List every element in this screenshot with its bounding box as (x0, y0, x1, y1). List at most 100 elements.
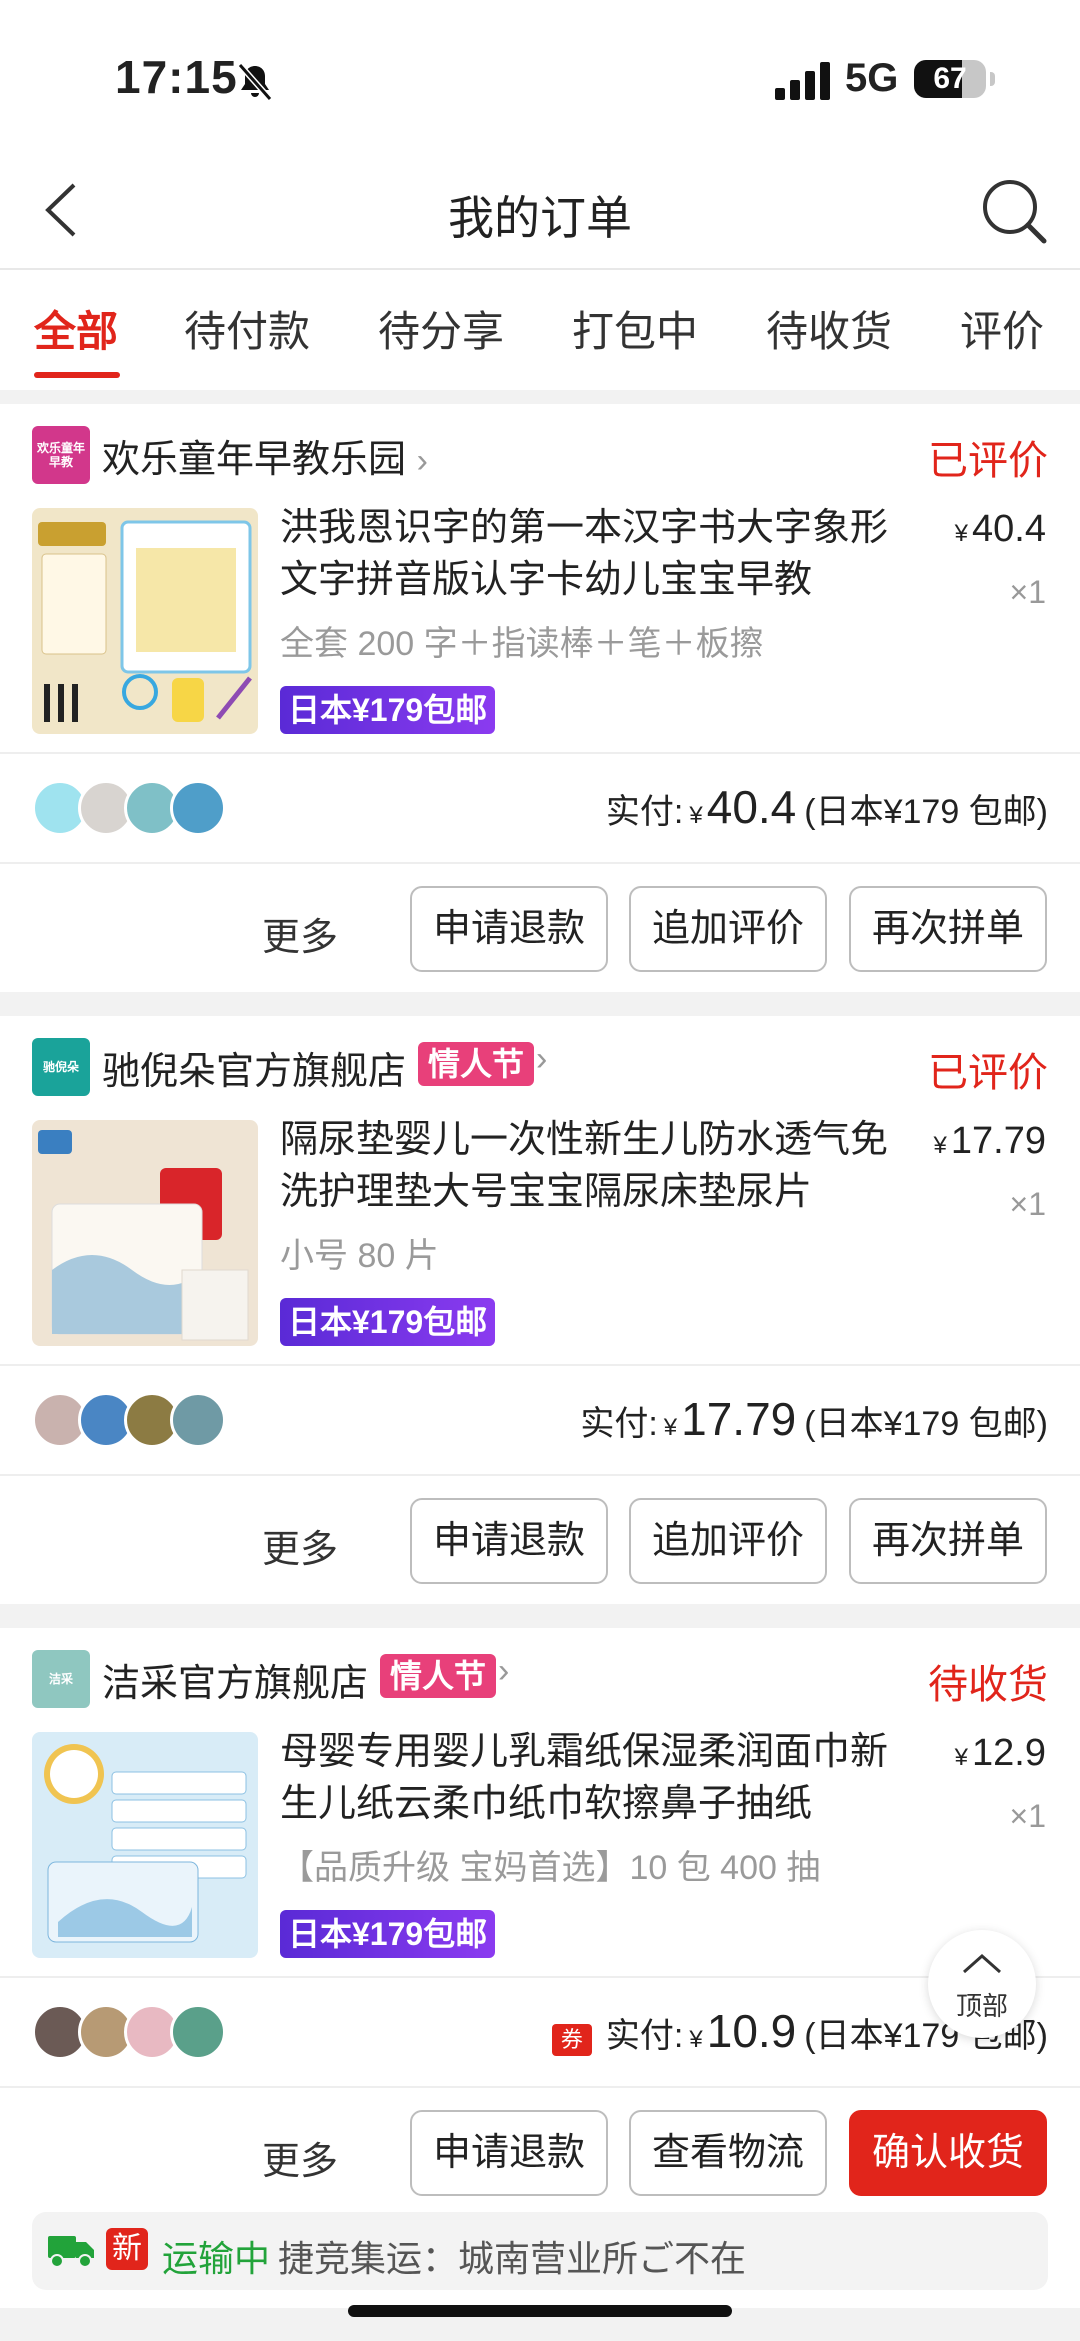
order-status: 已评价 (928, 1051, 1048, 1095)
shipping-tag: 日本¥179包邮 (280, 686, 496, 734)
nav-bar: 我的订单 (0, 150, 1080, 270)
tab-pending-share[interactable]: 待分享 (378, 298, 504, 359)
yen-sign: ¥ (663, 1414, 678, 1441)
product-title[interactable]: 洪我恩识字的第一本汉字书大字象形文字拼音版认字卡幼儿宝宝早教 (280, 502, 900, 606)
order-tabs: 全部 待付款 待分享 打包中 待收货 评价 (0, 272, 1080, 384)
product-image[interactable] (32, 1732, 258, 1958)
shop-name-text: 洁采官方旗舰店 (102, 1663, 369, 1705)
order-actions: 更多 申请退款 追加评价 再次拼单 (0, 886, 1080, 972)
refund-button[interactable]: 申请退款 (410, 1498, 608, 1584)
price-value: 40.4 (972, 508, 1046, 550)
shop-logo[interactable]: 洁采 (32, 1650, 90, 1708)
logistics-status: 运输中 (162, 2238, 271, 2279)
paid-label: 实付: (605, 2017, 684, 2055)
group-avatars (32, 1392, 232, 1448)
divider (0, 2086, 1080, 2088)
product-title[interactable]: 隔尿垫婴儿一次性新生儿防水透气免洗护理垫大号宝宝隔尿床垫尿片 (280, 1114, 900, 1218)
paid-amount: 10.9 (706, 2005, 797, 2057)
divider (0, 862, 1080, 864)
reorder-button[interactable]: 再次拼单 (849, 886, 1047, 972)
avatar (170, 2004, 226, 2060)
tab-pending-receipt[interactable]: 待收货 (766, 298, 892, 359)
price-value: 17.79 (950, 1120, 1046, 1162)
tab-packing[interactable]: 打包中 (572, 298, 698, 359)
yen-sign: ¥ (933, 1132, 947, 1159)
product-image[interactable] (32, 1120, 258, 1346)
product-quantity: ×1 (1009, 574, 1046, 610)
tab-all[interactable]: 全部 (34, 298, 118, 359)
shop-name[interactable]: 欢乐童年早教乐园 › (102, 428, 428, 483)
network-type: 5G (845, 56, 899, 100)
paid-label: 实付: (605, 793, 684, 831)
refund-button[interactable]: 申请退款 (410, 2110, 608, 2196)
paid-note: (日本¥179 包邮) (804, 793, 1048, 831)
product-spec: 全套 200 字＋指读棒＋笔＋板擦 (280, 625, 764, 663)
tab-active-underline (34, 372, 120, 378)
view-logistics-button[interactable]: 查看物流 (629, 2110, 827, 2196)
chevron-right-icon[interactable]: › (498, 1652, 509, 1691)
divider (0, 1474, 1080, 1476)
tab-review[interactable]: 评价 (960, 298, 1044, 359)
shop-logo[interactable]: 欢乐童年早教 (32, 426, 90, 484)
shop-name-text: 欢乐童年早教乐园 (102, 439, 407, 481)
product-quantity: ×1 (1009, 1186, 1046, 1222)
price-value: 12.9 (972, 1732, 1046, 1774)
product-title[interactable]: 母婴专用婴儿乳霜纸保湿柔润面巾新生儿纸云柔巾纸巾软擦鼻子抽纸 (280, 1726, 900, 1830)
paid-total: 实付: ¥17.79 (日本¥179 包邮) (580, 1392, 1048, 1446)
reorder-button[interactable]: 再次拼单 (849, 1498, 1047, 1584)
shop-name[interactable]: 洁采官方旗舰店 (102, 1652, 368, 1707)
divider (0, 752, 1080, 754)
paid-note: (日本¥179 包邮) (804, 1405, 1048, 1443)
chevron-right-icon[interactable]: › (536, 1040, 547, 1079)
paid-amount: 40.4 (706, 781, 797, 833)
shop-logo[interactable]: 驰倪朵 (32, 1038, 90, 1096)
product-spec: 小号 80 片 (280, 1237, 439, 1275)
promo-badge: 情人节 (380, 1654, 497, 1698)
paid-label: 实付: (580, 1405, 658, 1443)
more-button[interactable]: 更多 (262, 906, 338, 961)
divider (0, 1364, 1080, 1366)
battery-icon: 67 (914, 60, 986, 98)
confirm-receipt-button[interactable]: 确认收货 (849, 2110, 1047, 2196)
product-image[interactable] (32, 508, 258, 734)
yen-sign: ¥ (689, 802, 703, 829)
search-icon[interactable] (978, 175, 1050, 247)
product-price: ¥40.4 (955, 508, 1046, 551)
add-review-button[interactable]: 追加评价 (629, 886, 827, 972)
back-to-top-label: 顶部 (955, 1991, 1008, 2021)
battery-tip (990, 72, 995, 86)
shop-name[interactable]: 驰倪朵官方旗舰店 (102, 1040, 406, 1095)
order-actions: 更多 申请退款 追加评价 再次拼单 (0, 1498, 1080, 1584)
bell-muted-icon (237, 63, 273, 101)
new-badge: 新 (106, 2228, 148, 2270)
paid-total: 实付: ¥40.4 (日本¥179 包邮) (606, 780, 1048, 834)
shipping-tag: 日本¥179包邮 (280, 1298, 496, 1346)
avatar (170, 780, 226, 836)
tab-pending-payment[interactable]: 待付款 (184, 298, 310, 359)
more-button[interactable]: 更多 (262, 2130, 338, 2185)
signal-icon (775, 62, 830, 100)
order-card: 驰倪朵 驰倪朵官方旗舰店 情人节 › 已评价 隔尿垫婴儿一次性新生儿防水透气免洗… (0, 1016, 1080, 1604)
logistics-bar[interactable]: 新 运输中 捷竞集运：城南营业所ご不在 (32, 2212, 1048, 2290)
yen-sign: ¥ (689, 2026, 703, 2053)
order-actions: 更多 申请退款 查看物流 确认收货 (0, 2110, 1080, 2196)
battery-percent: 67 (933, 62, 967, 95)
back-to-top-button[interactable]: 顶部 (928, 1930, 1036, 2038)
order-status: 已评价 (928, 439, 1048, 483)
group-avatars (32, 2004, 232, 2060)
yen-sign: ¥ (954, 1744, 969, 1771)
product-spec: 【品质升级 宝妈首选】10 包 400 抽 (280, 1849, 821, 1887)
logistics-text: 捷竞集运：城南营业所ご不在 (278, 2238, 747, 2279)
chevron-right-icon: › (416, 442, 428, 480)
refund-button[interactable]: 申请退款 (410, 886, 608, 972)
shipping-tag: 日本¥179包邮 (280, 1910, 496, 1958)
home-indicator (348, 2305, 732, 2317)
truck-icon (48, 2236, 94, 2268)
add-review-button[interactable]: 追加评价 (629, 1498, 827, 1584)
more-button[interactable]: 更多 (262, 1518, 338, 1573)
order-card: 欢乐童年早教 欢乐童年早教乐园 › 已评价 洪我恩识字的第一本汉字书大字象形文字… (0, 404, 1080, 992)
paid-amount: 17.79 (681, 1393, 797, 1445)
top-area: 17:15 5G 67 我的订单 全部 待付款 待分享 打包中 待收货 评价 (0, 0, 1080, 390)
coupon-icon: 券 (551, 2024, 592, 2056)
group-avatars (32, 780, 232, 836)
